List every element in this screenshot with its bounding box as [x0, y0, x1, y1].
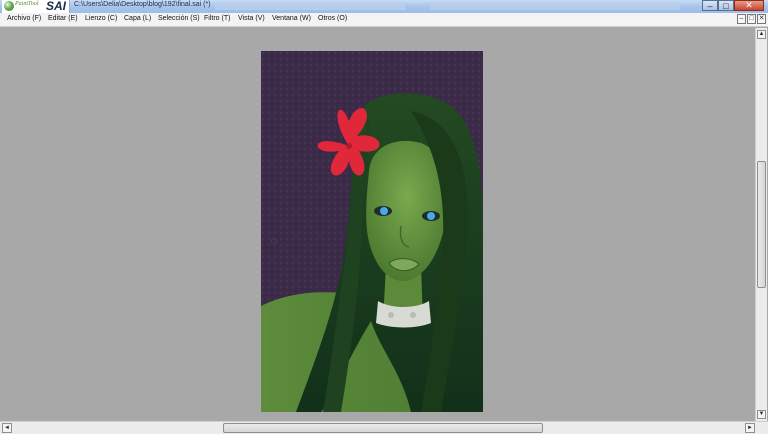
brush-cursor-icon [271, 238, 277, 244]
paint-ball-icon [4, 1, 14, 11]
app-window: PaintTool SAI C:\Users\Delia\Desktop\blo… [0, 0, 768, 434]
artwork-canvas[interactable] [261, 51, 483, 412]
horizontal-scroll-thumb[interactable] [223, 423, 543, 433]
document-window-controls: – □ ✕ [737, 14, 766, 24]
title-bar-blur [430, 2, 680, 10]
title-bar[interactable]: PaintTool SAI C:\Users\Delia\Desktop\blo… [0, 0, 768, 13]
menu-filtro[interactable]: Filtro (T) [204, 15, 230, 22]
title-bar-blur [215, 2, 405, 10]
document-minimize-button[interactable]: – [737, 14, 746, 24]
minimize-button[interactable]: – [702, 0, 718, 11]
scroll-right-button[interactable]: ► [745, 423, 755, 433]
app-logo: PaintTool SAI [2, 0, 70, 13]
document-restore-button[interactable]: □ [747, 14, 756, 24]
menu-lienzo[interactable]: Lienzo (C) [85, 15, 117, 22]
close-button[interactable]: ✕ [734, 0, 764, 11]
horizontal-scrollbar[interactable]: ◄ ► [0, 421, 768, 434]
window-controls: – □ ✕ [702, 0, 764, 12]
menu-bar: Archivo (F) Editar (E) Lienzo (C) Capa (… [0, 13, 768, 27]
menu-seleccion[interactable]: Selección (S) [158, 15, 200, 22]
vertical-scroll-thumb[interactable] [757, 161, 766, 288]
document-close-button[interactable]: ✕ [757, 14, 766, 24]
vertical-scrollbar[interactable]: ▲ ▼ [755, 28, 767, 421]
logo-small-text: PaintTool [15, 1, 39, 7]
menu-ventana[interactable]: Ventana (W) [272, 15, 311, 22]
window-title: C:\Users\Delia\Desktop\blog\192\final.sa… [74, 1, 211, 8]
scroll-down-button[interactable]: ▼ [757, 410, 766, 419]
scroll-left-button[interactable]: ◄ [2, 423, 12, 433]
maximize-button[interactable]: □ [718, 0, 734, 11]
menu-capa[interactable]: Capa (L) [124, 15, 151, 22]
menu-vista[interactable]: Vista (V) [238, 15, 265, 22]
logo-big-text: SAI [46, 0, 67, 13]
painting-illustration [261, 51, 483, 412]
menu-archivo[interactable]: Archivo (F) [7, 15, 41, 22]
menu-otros[interactable]: Otros (O) [318, 15, 347, 22]
menu-editar[interactable]: Editar (E) [48, 15, 78, 22]
scroll-up-button[interactable]: ▲ [757, 30, 766, 39]
